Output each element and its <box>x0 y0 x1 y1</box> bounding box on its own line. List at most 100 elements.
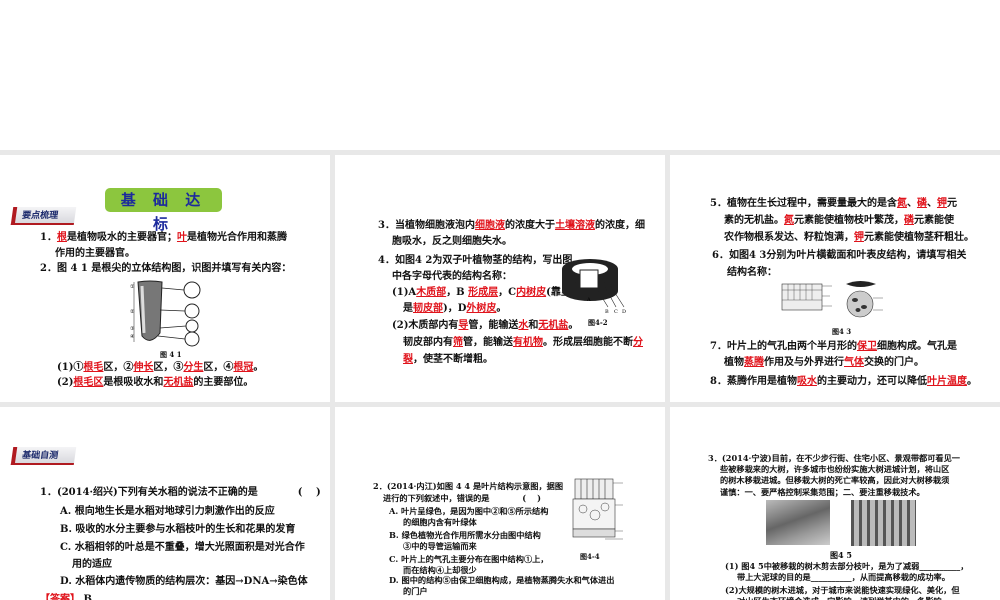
text-line: 2．(2014·内江)如图 4 4 是叶片结构示意图，据图 <box>373 481 563 491</box>
text-segment: 管，能输送 <box>468 320 519 331</box>
text-line: (1)A木质部，B 形成层，C内树皮(靠里 <box>392 287 571 299</box>
fig-label: D <box>622 309 626 315</box>
section-tag: 基础自测 <box>10 447 77 465</box>
slide-5[interactable]: 2．(2014·内江)如图 4 4 是叶片结构示意图，据图 进行的下列叙述中，错… <box>335 407 665 600</box>
slide-1[interactable]: 基 础 达 标 要点梳理 1．根是植物吸水的主要器官；叶是植物光合作用和蒸腾 作… <box>0 155 330 402</box>
text-line: 3．(2014·宁波)目前，在不少步行街、住宅小区、景观带都可看见一 <box>708 453 960 463</box>
text-line: A. 叶片呈绿色，是因为图中②和⑤所示结构 <box>389 506 548 516</box>
answer-blank: 钾 <box>854 232 864 243</box>
answer-blank: 【答案】 <box>40 594 80 600</box>
text-segment: B. 绿色植物光合作用所需水分由图中结构 <box>389 530 541 540</box>
text-line: D. 水稻体内遗传物质的结构层次：基因→DNA→染色体 <box>60 576 308 588</box>
answer-blank: 筛 <box>453 337 463 348</box>
text-line: 7．叶片上的气孔由两个半月形的保卫细胞构成。气孔是 <box>710 341 957 353</box>
answer-blank: 保卫 <box>856 341 877 352</box>
slide-4[interactable]: 基础自测 1．(2014·绍兴)下列有关水稻的说法不正确的是 ( ) A. 根向… <box>0 407 330 600</box>
answer-blank: 根毛区 <box>73 377 104 388</box>
blank-top-area <box>0 0 1000 150</box>
text-segment: 。 <box>568 320 579 331</box>
answer-blank: 叶片温度 <box>926 376 967 387</box>
text-line: 裂，使茎不断增粗。 <box>403 354 493 366</box>
text-segment: 些被移栽来的大树，许多城市也纷纷实施大树进城计划，将山区 <box>720 464 950 474</box>
text-line: 3．当植物细胞液泡内细胞液的浓度大于土壤溶液的浓度，细 <box>378 220 645 232</box>
text-segment: 区，③ <box>153 362 184 373</box>
text-line: B. 吸收的水分主要参与水稻枝叶的生长和花果的发育 <box>60 524 295 536</box>
text-line: 6．如图4 3分别为叶片横截面和叶表皮结构，请填写相关 <box>712 250 966 262</box>
text-segment: (2)大规模的树木进城，对于城市来说能快速实现绿化、美化，但 <box>725 585 960 595</box>
text-line: 作用的主要器官。 <box>55 248 135 260</box>
text-segment: 的树木移栽进城。但移栽大树的死亡率较高，因此对大树移栽须 <box>720 475 950 485</box>
fig-label: ③ <box>130 326 135 332</box>
text-line: 8．蒸腾作用是植物吸水的主要动力，还可以降低叶片温度。 <box>710 376 977 388</box>
text-segment: B. 吸收的水分主要参与水稻枝叶的生长和花果的发育 <box>60 524 296 535</box>
text-line: (2)木质部内有导管，能输送水和无机盐。 <box>392 320 578 332</box>
text-line: 些被移栽来的大树，许多城市也纷纷实施大树进城计划，将山区 <box>720 464 949 474</box>
text-line: 4．如图4 2为双子叶植物茎的结构，写出图 <box>378 255 572 267</box>
text-segment: 1． <box>40 232 57 243</box>
answer-blank: 吸水 <box>796 376 817 387</box>
text-segment: 农作物根系发达、籽粒饱满， <box>724 232 854 243</box>
root-tip-figure: ① ② ③ ④ <box>130 280 201 347</box>
text-segment: 4．如图4 2为双子叶植物茎的结构，写出图 <box>378 255 573 266</box>
text-segment: (1)A <box>392 287 417 298</box>
text-segment: 植物 <box>724 357 744 368</box>
answer-blank: 磷 <box>916 198 927 209</box>
fig-label: ① <box>130 284 135 290</box>
text-line: 农作物根系发达、籽粒饱满，钾元素能使植物茎秆粗壮。 <box>724 232 974 244</box>
text-line: C. 叶片上的气孔主要分布在图中结构①上， <box>389 554 548 564</box>
text-segment: 作用及与外界进行 <box>764 357 844 368</box>
text-line: (2)大规模的树木进城，对于城市来说能快速实现绿化、美化，但 <box>725 585 960 595</box>
text-line: (1)①根毛区，②伸长区，③分生区，④根冠。 <box>57 362 263 374</box>
text-segment: 的细胞内含有叶绿体 <box>403 517 477 527</box>
text-segment: ，B <box>446 287 469 298</box>
text-line: C. 水稻相邻的叶总是不重叠，增大光照面积是对光合作 <box>60 542 305 554</box>
answer-blank: 外树皮 <box>466 303 497 314</box>
text-segment: 2．图 4 1 是根尖的立体结构图，识图并填写有关内容： <box>40 263 292 274</box>
text-segment: (1) 图4 5中被移栽的树木剪去部分枝叶，是为了减弱__________， <box>725 561 969 571</box>
text-line: 素的无机盐。氮元素能使植物枝叶繁茂，磷元素能使 <box>724 215 954 227</box>
answer-blank: 内树皮 <box>516 287 547 298</box>
answer-blank: 无机盐 <box>538 320 569 331</box>
text-line: B. 绿色植物光合作用所需水分由图中结构 <box>389 530 541 540</box>
text-segment: 元素能使植物茎秆粗壮。 <box>864 232 974 243</box>
text-line: 【答案】 B <box>40 594 92 600</box>
leaf-structure-figure <box>572 478 623 540</box>
text-segment: 6．如图4 3分别为叶片横截面和叶表皮结构，请填写相关 <box>712 250 967 261</box>
text-segment: 胞吸水，反之则细胞失水。 <box>392 236 512 247</box>
text-segment: 。 <box>253 362 264 373</box>
answer-blank: 形成层 <box>468 287 499 298</box>
text-line: 2．图 4 1 是根尖的立体结构图，识图并填写有关内容： <box>40 263 291 275</box>
text-segment: ③中的导管运输而来 <box>403 541 477 551</box>
text-line: 用的适应 <box>72 559 112 571</box>
text-segment: 、 <box>926 198 937 209</box>
figure-caption: 图4-2 <box>588 318 608 327</box>
text-segment: 。 <box>966 376 977 387</box>
text-segment: 的浓度大于 <box>504 220 555 231</box>
text-line: D. 图中的结构⑤由保卫细胞构成，是植物蒸腾失水和气体进出 <box>389 575 614 585</box>
text-line: ③中的导管运输而来 <box>403 541 477 551</box>
text-segment: A. 叶片呈绿色，是因为图中②和⑤所示结构 <box>389 506 549 516</box>
text-segment: 韧皮部内有 <box>403 337 453 348</box>
slide-2[interactable]: 3．当植物细胞液泡内细胞液的浓度大于土壤溶液的浓度，细 胞吸水，反之则细胞失水。… <box>335 155 665 402</box>
answer-blank: 细胞液 <box>474 220 505 231</box>
text-line: 结构名称： <box>727 267 777 279</box>
section-title-badge: 基 础 达 标 <box>105 188 222 233</box>
text-segment: 2．(2014·内江)如图 4 4 是叶片结构示意图，据图 <box>373 481 564 491</box>
text-segment: 带上大泥球的目的是__________，从而提高移栽的成功率。 <box>737 572 950 582</box>
text-segment: 作用的主要器官。 <box>55 248 135 259</box>
text-line: 进行的下列叙述中，错误的是 ( ) <box>383 493 541 503</box>
text-line: 5．植物在生长过程中，需要量最大的是含氮、磷、钾元 <box>710 198 957 210</box>
text-line: (1) 图4 5中被移栽的树木剪去部分枝叶，是为了减弱__________， <box>725 561 968 571</box>
answer-blank: 根毛 <box>83 362 104 373</box>
text-segment: ，使茎不断增粗。 <box>413 354 493 365</box>
text-segment: 3．(2014·宁波)目前，在不少步行街、住宅小区、景观带都可看见一 <box>708 453 960 463</box>
text-segment: 。 <box>496 303 507 314</box>
text-segment: 的主要动力，还可以降低 <box>816 376 927 387</box>
answer-blank: 气体 <box>844 357 864 368</box>
slide-3[interactable]: 5．植物在生长过程中，需要量最大的是含氮、磷、钾元 素的无机盐。氮元素能使植物枝… <box>670 155 1000 402</box>
text-line: 谨慎：一、要严格控制采集范围；二、要注重移栽技术。 <box>720 487 925 497</box>
fig-label: ② <box>130 309 135 315</box>
slide-6[interactable]: 3．(2014·宁波)目前，在不少步行街、住宅小区、景观带都可看见一 些被移栽来… <box>670 407 1000 600</box>
answer-blank: 裂 <box>403 354 413 365</box>
text-segment: 谨慎：一、要严格控制采集范围；二、要注重移栽技术。 <box>720 487 925 497</box>
